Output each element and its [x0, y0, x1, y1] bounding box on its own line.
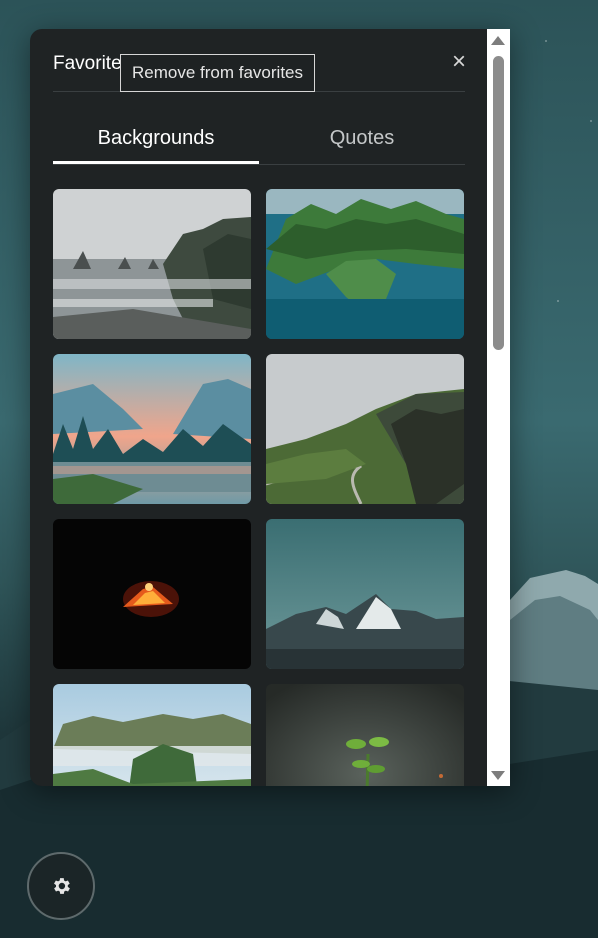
favorite-thumbnail-green-coastal-cliffs[interactable]: [266, 189, 464, 339]
background-star: [557, 300, 559, 302]
close-button[interactable]: ×: [448, 49, 470, 75]
remove-from-favorites-tooltip: Remove from favorites: [120, 54, 315, 92]
tab-backgrounds[interactable]: Backgrounds: [53, 119, 259, 163]
background-star: [545, 40, 547, 42]
favorites-panel: Favorites × Backgrounds Quotes: [30, 29, 510, 786]
favorite-thumbnail-rocky-sea-coast[interactable]: [53, 189, 251, 339]
close-icon: ×: [451, 48, 466, 75]
favorite-thumbnail-seedling-sprout[interactable]: [266, 684, 464, 786]
favorite-thumbnail-green-highland-road[interactable]: [266, 354, 464, 504]
gear-icon: [54, 878, 70, 894]
tab-quotes[interactable]: Quotes: [259, 119, 465, 163]
tabs-divider: [53, 164, 465, 165]
panel-scrollbar[interactable]: [487, 29, 510, 786]
scrollbar-thumb[interactable]: [493, 56, 504, 350]
favorite-thumbnail-misty-valley-lake[interactable]: [53, 354, 251, 504]
favorite-thumbnail-erupting-volcano-night[interactable]: [53, 519, 251, 669]
favorite-thumbnail-misty-green-hills[interactable]: [53, 684, 251, 786]
settings-button[interactable]: [27, 852, 95, 920]
scroll-down-arrow-icon[interactable]: [491, 771, 505, 780]
favorite-thumbnail-snowy-peak-teal-sky[interactable]: [266, 519, 464, 669]
background-star: [590, 120, 592, 122]
favorites-tabs: Backgrounds Quotes: [53, 119, 465, 165]
scroll-up-arrow-icon[interactable]: [491, 36, 505, 45]
